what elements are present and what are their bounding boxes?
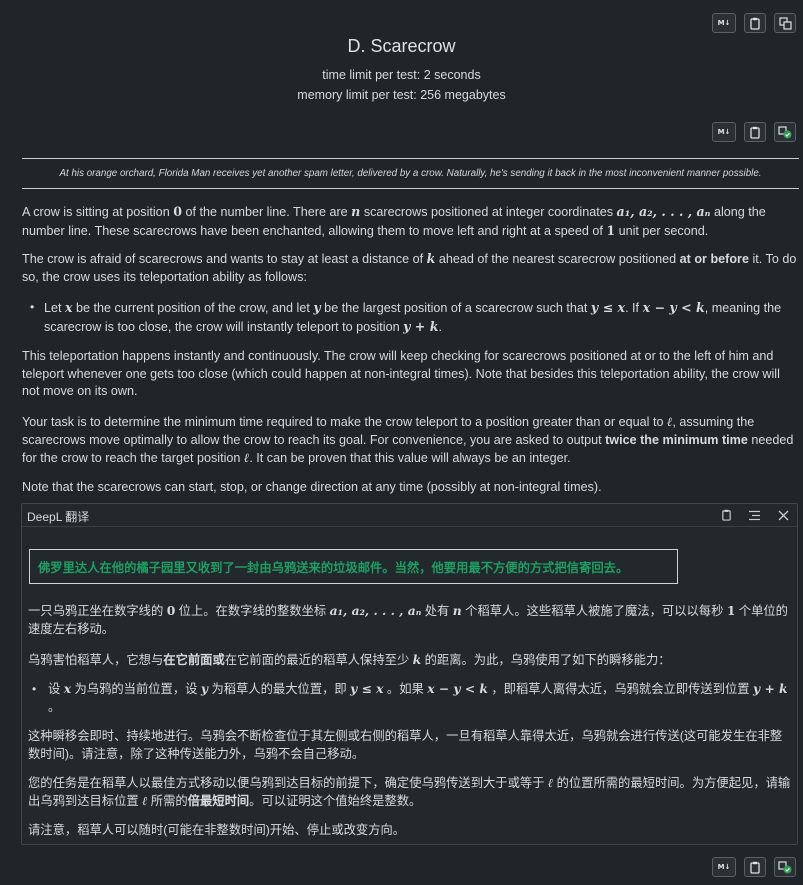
- clipboard-icon: [721, 509, 731, 521]
- epigraph: At his orange orchard, Florida Man recei…: [59, 168, 762, 179]
- translation-bullet-dot: •: [32, 682, 37, 696]
- statement-paragraph-3: This teleportation happens instantly and…: [22, 349, 780, 398]
- problem-title: D. Scarecrow: [347, 36, 456, 56]
- translation-paragraph-3: 这种瞬移会即时、持续地进行。乌鸦会不断检查位于其左侧或右侧的稻草人，一旦有稻草人…: [28, 729, 783, 761]
- markdown-copy-button-3[interactable]: M↓: [712, 857, 736, 877]
- close-icon: [778, 510, 788, 520]
- markdown-copy-button[interactable]: M↓: [712, 13, 736, 33]
- statement-paragraph-2: The crow is afraid of scarecrows and wan…: [22, 251, 797, 284]
- copy-button-3[interactable]: [744, 857, 766, 877]
- copy-translation-button[interactable]: [718, 507, 734, 523]
- translation-panel-title: DeepL 翻译: [27, 510, 90, 524]
- bullet-dot: •: [30, 300, 35, 314]
- translate-check-icon: [778, 860, 792, 873]
- epigraph-rule-top: [22, 158, 799, 159]
- translate-check-icon: [778, 125, 792, 138]
- translate-button[interactable]: [774, 13, 796, 33]
- translate-icon: [778, 16, 792, 30]
- clipboard-icon: [750, 126, 760, 139]
- translate-done-button-2[interactable]: [774, 857, 796, 877]
- markdown-icon: M↓: [717, 19, 731, 27]
- time-limit: time limit per test: 2 seconds: [322, 68, 481, 82]
- clipboard-icon: [750, 17, 760, 30]
- statement-paragraph-4: Your task is to determine the minimum ti…: [22, 414, 794, 465]
- close-panel-button[interactable]: [775, 507, 791, 523]
- markdown-icon: M↓: [717, 128, 731, 136]
- translated-epigraph: 佛罗里达人在他的橘子园里又收到了一封由乌鸦送来的垃圾邮件。当然，他要用最不方便的…: [29, 549, 678, 584]
- memory-limit: memory limit per test: 256 megabytes: [297, 88, 506, 102]
- epigraph-rule-bottom: [22, 188, 799, 189]
- statement-paragraph-5: Note that the scarecrows can start, stop…: [22, 480, 602, 494]
- translation-paragraph-4: 您的任务是在稻草人以最佳方式移动以便乌鸦到达目标的前提下，确定使乌鸦传送到大于或…: [28, 775, 791, 808]
- collapse-button[interactable]: [746, 507, 762, 523]
- translation-paragraph-5: 请注意，稻草人可以随时(可能在非整数时间)开始、停止或改变方向。: [28, 823, 406, 837]
- translation-panel: DeepL 翻译 佛罗里达人在他的橘子园里又收到了一封由乌鸦送来的垃圾邮件。当然…: [21, 503, 798, 845]
- copy-button[interactable]: [744, 13, 766, 33]
- markdown-icon: M↓: [717, 863, 731, 871]
- statement-paragraph-1: A crow is sitting at position 0 of the n…: [22, 204, 766, 238]
- translation-paragraph-2: 乌鸦害怕稻草人，它想与在它前面或在它前面的最近的稻草人保持至少 k 的距离。为此…: [28, 652, 671, 667]
- menu-icon: [748, 510, 760, 520]
- statement-bullet: Let x be the current position of the cro…: [44, 300, 782, 334]
- clipboard-icon: [750, 861, 760, 874]
- translation-panel-header: DeepL 翻译: [22, 504, 797, 527]
- translation-bullet: 设 x 为乌鸦的当前位置，设 y 为稻草人的最大位置，即 y ≤ x 。如果 x…: [48, 681, 788, 714]
- translate-done-button[interactable]: [774, 122, 796, 142]
- copy-button-2[interactable]: [744, 122, 766, 142]
- translation-paragraph-1: 一只乌鸦正坐在数字线的 0 位上。在数字线的整数坐标 a₁, a₂, . . .…: [28, 603, 788, 636]
- markdown-copy-button-2[interactable]: M↓: [712, 122, 736, 142]
